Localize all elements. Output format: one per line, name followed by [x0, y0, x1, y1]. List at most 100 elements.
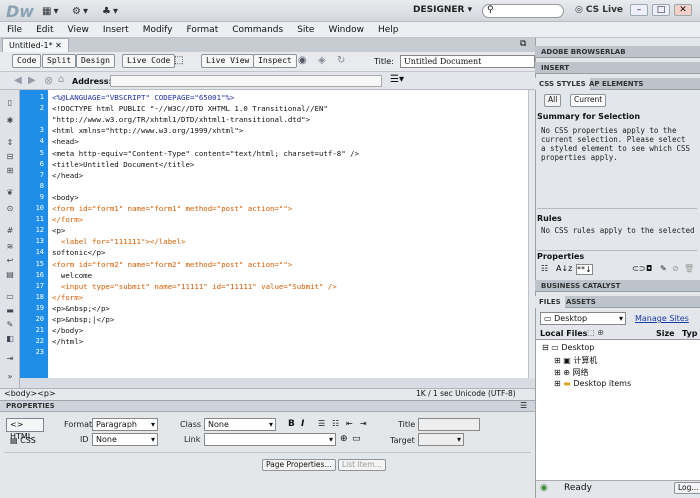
col-size[interactable]: Size: [656, 329, 675, 338]
layout-menu-button[interactable]: ▦ ▾: [42, 4, 58, 18]
code-line[interactable]: </head>: [52, 171, 83, 180]
inspect-mode-icon[interactable]: ⬚: [174, 55, 183, 66]
sort-az-icon[interactable]: A↓z: [556, 264, 572, 273]
format-select[interactable]: Paragraph ▾: [92, 418, 158, 431]
tree-item-desktop-items[interactable]: ⊞ ▬ Desktop items: [554, 379, 631, 388]
point-to-file-icon[interactable]: ⊕: [340, 434, 348, 444]
code-line[interactable]: <html xmlns="http://www.w3.org/1999/xhtm…: [52, 126, 243, 135]
home-icon[interactable]: ⌂: [58, 74, 64, 85]
bold-button[interactable]: B: [288, 419, 295, 429]
menu-insert[interactable]: Insert: [96, 22, 136, 37]
code-line[interactable]: </form>: [52, 293, 83, 302]
code-line[interactable]: </body>: [52, 326, 83, 335]
link-input[interactable]: ▾: [204, 433, 336, 446]
syntax-coloring-icon[interactable]: ▤: [4, 270, 16, 280]
vertical-scrollbar[interactable]: [528, 90, 535, 378]
site-select[interactable]: ▭ Desktop ▾: [540, 312, 626, 325]
current-button[interactable]: Current: [570, 94, 607, 107]
forward-icon[interactable]: ▶: [28, 75, 36, 86]
recent-snippets-icon[interactable]: ◧: [4, 334, 16, 344]
code-view-button[interactable]: Code: [12, 54, 42, 68]
browserlab-header[interactable]: ADOBE BROWSERLAB: [535, 46, 700, 58]
tag-selector[interactable]: <body><p>: [4, 389, 56, 398]
open-documents-icon[interactable]: ▯: [4, 98, 16, 108]
split-view-button[interactable]: Split: [42, 54, 77, 68]
cs-live-button[interactable]: ◎ CS Live: [575, 5, 623, 15]
tree-item-network[interactable]: ⊞ ⊕ 网络: [554, 367, 589, 378]
menu-view[interactable]: View: [61, 22, 96, 37]
html-mode-button[interactable]: <> HTML: [6, 418, 44, 441]
browse-folder-icon[interactable]: ▭: [352, 434, 361, 444]
tab-css-styles[interactable]: CSS STYLES: [535, 78, 590, 90]
word-wrap-icon[interactable]: ↩: [4, 256, 16, 266]
expand-icon[interactable]: ⊞: [554, 368, 561, 377]
expand-icon[interactable]: ⊞: [554, 356, 561, 365]
more-tools-icon[interactable]: »: [4, 372, 16, 382]
delete-icon[interactable]: 🗑: [684, 264, 694, 273]
menu-format[interactable]: Format: [180, 22, 226, 37]
document-tab[interactable]: Untitled-1* ✕: [2, 38, 69, 52]
live-code-button[interactable]: Live Code: [122, 54, 176, 68]
tree-item-computer[interactable]: ⊞ ▣ 计算机: [554, 355, 597, 366]
code-line[interactable]: <body>: [52, 193, 79, 202]
code-line[interactable]: <p>&nbsp;</p>: [52, 304, 110, 313]
col-local-files[interactable]: Local Files: [540, 329, 588, 338]
attach-stylesheet-icon[interactable]: ⊂⊃: [632, 264, 645, 273]
insert-header[interactable]: INSERT: [535, 62, 700, 74]
code-line[interactable]: <meta http-equiv="Content-Type" content=…: [52, 149, 359, 158]
show-code-navigator-icon[interactable]: ✱: [4, 116, 16, 126]
code-line[interactable]: </html>: [52, 337, 83, 346]
code-editor[interactable]: <%@LANGUAGE="VBSCRIPT" CODEPAGE="65001"%…: [48, 90, 528, 378]
balance-braces-icon[interactable]: ⊙: [4, 204, 16, 214]
class-select[interactable]: None ▾: [204, 418, 276, 431]
code-line[interactable]: welcome: [52, 271, 92, 280]
code-line[interactable]: <p>: [52, 226, 65, 235]
code-line[interactable]: <label for="111111"></label>: [52, 237, 186, 246]
code-line[interactable]: <!DOCTYPE html PUBLIC "-//W3C//DTD XHTML…: [52, 104, 328, 113]
inspect-button[interactable]: Inspect: [253, 54, 297, 68]
log-button[interactable]: Log...: [674, 482, 700, 494]
code-line[interactable]: </form>: [52, 215, 83, 224]
title-field[interactable]: [418, 418, 480, 431]
line-numbers-icon[interactable]: #: [4, 226, 16, 236]
menu-file[interactable]: File: [0, 22, 29, 37]
code-line[interactable]: <p>&nbsp;|</p>: [52, 315, 114, 324]
live-view-button[interactable]: Live View: [201, 54, 255, 68]
refresh-icon[interactable]: ↻: [337, 55, 345, 66]
minimize-button[interactable]: –: [630, 4, 648, 16]
wrap-tag-icon[interactable]: ✎: [4, 320, 16, 330]
title-input[interactable]: Untitled Document: [400, 55, 535, 68]
menu-window[interactable]: Window: [321, 22, 371, 37]
menu-site[interactable]: Site: [290, 22, 321, 37]
code-line[interactable]: <%@LANGUAGE="VBSCRIPT" CODEPAGE="65001"%…: [52, 93, 234, 102]
tab-assets[interactable]: ASSETS: [562, 296, 600, 308]
code-line[interactable]: <head>: [52, 137, 79, 146]
business-catalyst-header[interactable]: BUSINESS CATALYST: [535, 280, 700, 292]
italic-button[interactable]: I: [301, 419, 304, 429]
expand-all-icon[interactable]: ⊞: [4, 166, 16, 176]
expand-icon[interactable]: ⊞: [554, 379, 561, 388]
restore-icon[interactable]: ⧉: [520, 39, 526, 49]
refresh-icon[interactable]: ⊗: [44, 74, 53, 87]
show-category-view-icon[interactable]: ☷: [541, 264, 548, 273]
browser-preview-icon[interactable]: ◉: [298, 55, 307, 66]
collapse-selection-icon[interactable]: ⊟: [4, 152, 16, 162]
show-set-properties-icon[interactable]: **↓: [576, 264, 593, 275]
page-properties-button[interactable]: Page Properties...: [262, 459, 336, 471]
search-input[interactable]: ⚲: [482, 4, 564, 18]
list-item-button[interactable]: List Item...: [338, 459, 386, 471]
indent-icon[interactable]: ⇥: [4, 354, 16, 364]
visual-aids-icon[interactable]: ◈: [318, 55, 326, 66]
back-icon[interactable]: ◀: [14, 75, 22, 86]
site-menu-button[interactable]: ♣ ▾: [102, 4, 118, 18]
close-icon[interactable]: ✕: [55, 41, 62, 50]
workspace-switcher[interactable]: DESIGNER ▾: [413, 5, 472, 15]
disable-icon[interactable]: ⊘: [672, 264, 679, 273]
outdent-icon[interactable]: ⇤: [346, 419, 353, 428]
edit-rule-icon[interactable]: ✎: [660, 264, 667, 273]
options-icon[interactable]: ☰▾: [390, 74, 404, 85]
unordered-list-icon[interactable]: ☰: [318, 419, 325, 428]
remove-comment-icon[interactable]: ▬: [4, 306, 16, 316]
collapse-icon[interactable]: ⊟: [542, 343, 549, 352]
menu-edit[interactable]: Edit: [29, 22, 60, 37]
